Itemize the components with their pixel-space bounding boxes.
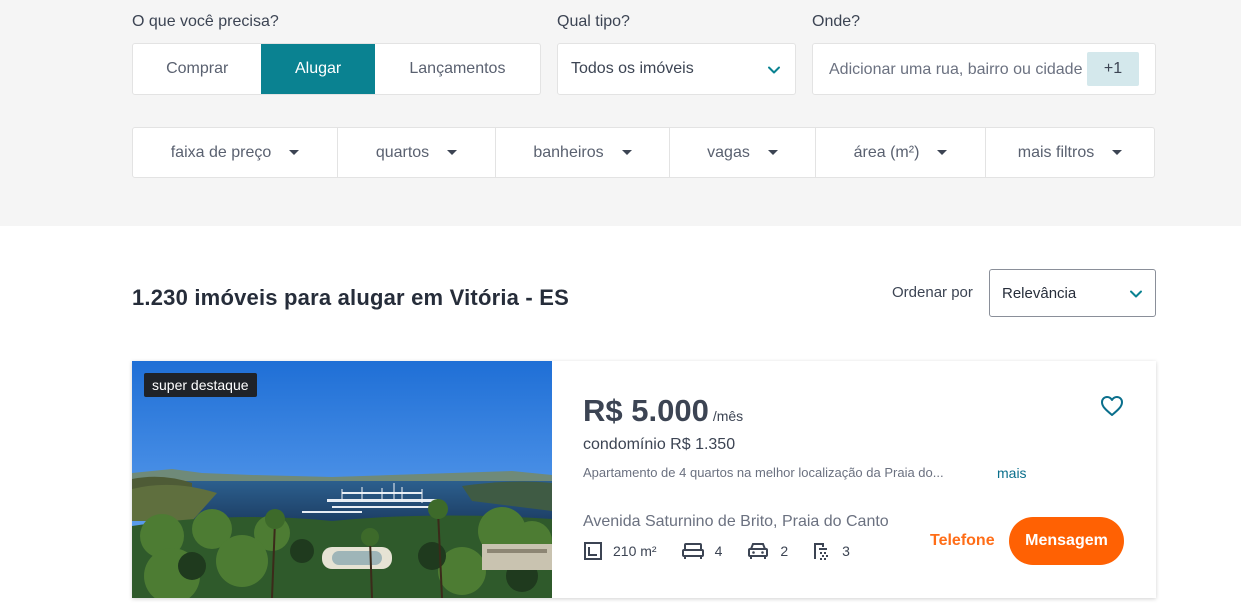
caret-down-icon <box>1112 150 1123 155</box>
search-area: O que você precisa? Comprar Alugar Lança… <box>0 0 1241 226</box>
filter-more[interactable]: mais filtros <box>986 128 1154 177</box>
mode-launches-button[interactable]: Lançamentos <box>375 44 540 94</box>
caret-down-icon <box>767 150 778 155</box>
amenity-area: 210 m² <box>583 541 657 561</box>
caret-down-icon <box>937 150 948 155</box>
message-button[interactable]: Mensagem <box>1009 517 1124 565</box>
chevron-down-icon <box>768 66 780 74</box>
caret-down-icon <box>621 150 632 155</box>
filter-bar: faixa de preço quartos banheiros vagas á… <box>132 127 1155 178</box>
filter-price[interactable]: faixa de preço <box>133 128 338 177</box>
filter-bedrooms-label: quartos <box>375 143 430 161</box>
filter-bedrooms[interactable]: quartos <box>338 128 496 177</box>
amenity-area-value: 210 m² <box>613 543 657 559</box>
need-label: O que você precisa? <box>132 13 279 30</box>
location-input[interactable] <box>829 58 1089 82</box>
price-block: R$ 5.000 /mês <box>583 393 743 429</box>
shower-icon <box>814 543 829 560</box>
filter-more-label: mais filtros <box>1017 143 1095 161</box>
amenity-bedrooms-value: 4 <box>714 543 723 559</box>
area-icon <box>584 542 602 560</box>
filter-parking-label: vagas <box>707 143 750 161</box>
listing-price: R$ 5.000 <box>583 393 709 428</box>
amenity-bathrooms-value: 3 <box>842 543 850 559</box>
property-type-select[interactable]: Todos os imóveis <box>557 43 796 95</box>
amenity-parking-value: 2 <box>780 543 789 559</box>
filter-area[interactable]: área (m²) <box>816 128 986 177</box>
listing-card[interactable]: super destaque R$ 5.000 /mês condomínio … <box>132 361 1156 598</box>
super-highlight-badge: super destaque <box>144 373 257 397</box>
listing-description: Apartamento de 4 quartos na melhor local… <box>583 465 944 480</box>
listing-price-period: /mês <box>712 408 744 424</box>
filter-bathrooms[interactable]: banheiros <box>496 128 670 177</box>
amenity-bathrooms: 3 <box>812 541 850 561</box>
more-description-link[interactable]: mais <box>997 465 1027 481</box>
location-field: +1 <box>812 43 1156 95</box>
sort-select[interactable]: Relevância <box>989 269 1156 317</box>
listing-photo[interactable]: super destaque <box>132 361 552 598</box>
phone-button[interactable]: Telefone <box>930 532 995 550</box>
mode-rent-button[interactable]: Alugar <box>261 44 375 94</box>
results-title: 1.230 imóveis para alugar em Vitória - E… <box>132 285 569 310</box>
amenities-list: 210 m² 4 2 3 <box>583 541 874 561</box>
condo-fee: condomínio R$ 1.350 <box>583 436 736 453</box>
caret-down-icon <box>289 150 300 155</box>
amenity-parking: 2 <box>746 541 788 561</box>
amenity-bedrooms: 4 <box>681 541 723 561</box>
where-label: Onde? <box>812 13 861 30</box>
sort-label: Ordenar por <box>892 284 973 301</box>
bed-icon <box>681 543 704 559</box>
filter-price-label: faixa de preço <box>170 143 272 161</box>
mode-buy-button[interactable]: Comprar <box>133 44 261 94</box>
caret-down-icon <box>447 150 458 155</box>
extra-locations-badge[interactable]: +1 <box>1087 52 1139 86</box>
filter-area-label: área (m²) <box>853 143 920 161</box>
property-type-value: Todos os imóveis <box>571 60 694 77</box>
chevron-down-icon <box>1130 290 1142 298</box>
filter-parking[interactable]: vagas <box>670 128 816 177</box>
transaction-type-toggle: Comprar Alugar Lançamentos <box>132 43 541 95</box>
heart-icon[interactable] <box>1100 395 1124 417</box>
type-label: Qual tipo? <box>557 13 630 30</box>
filter-bathrooms-label: banheiros <box>533 143 604 161</box>
car-icon <box>748 543 769 559</box>
listing-address: Avenida Saturnino de Brito, Praia do Can… <box>583 513 889 530</box>
sort-value: Relevância <box>1002 284 1077 302</box>
